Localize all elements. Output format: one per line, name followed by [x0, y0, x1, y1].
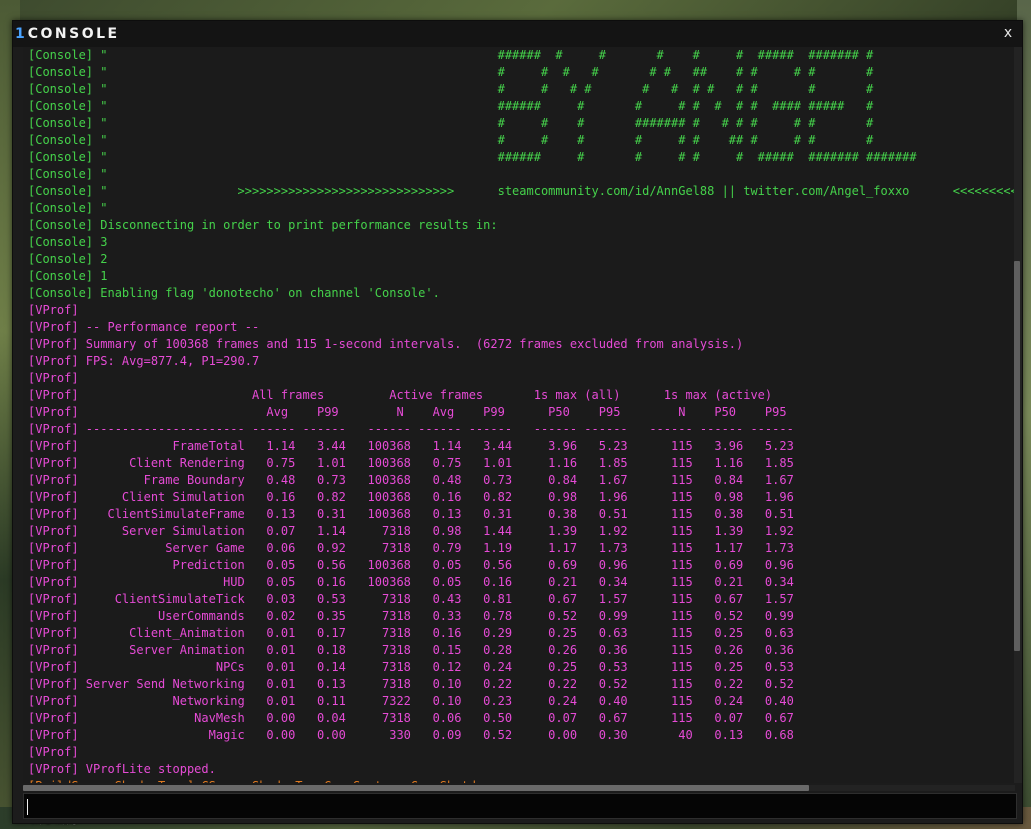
log-line: [BuildSparseShadowTree] CSparseShadowTre… [28, 778, 498, 783]
log-line: [Console] Disconnecting in order to prin… [28, 218, 498, 232]
log-line: [Console] 1 [28, 269, 108, 283]
close-button[interactable]: x [1000, 25, 1016, 41]
horizontal-scrollbar-thumb[interactable] [23, 785, 809, 791]
console-title: 1 CONSOLE [15, 26, 120, 42]
log-line: [VProf] ClientSimulateTick 0.03 0.53 731… [28, 592, 794, 606]
vertical-scrollbar[interactable] [1014, 47, 1022, 783]
log-line: [Console] " >>>>>>>>>>>>>>>>>>>>>>>>>>>>… [28, 184, 1015, 198]
log-line: [VProf] Client Simulation 0.16 0.82 1003… [28, 490, 794, 504]
log-line: [VProf] VProfLite stopped. [28, 762, 216, 776]
log-line: [Console] " # # # # # # ## # # # # # [28, 65, 874, 79]
vertical-scrollbar-thumb[interactable] [1014, 261, 1020, 651]
console-title-text: CONSOLE [27, 26, 120, 42]
log-line: [Console] 2 [28, 252, 108, 266]
log-line: [VProf] [28, 745, 79, 759]
console-title-prefix: 1 [15, 26, 26, 42]
log-line: [VProf] FrameTotal 1.14 3.44 100368 1.14… [28, 439, 794, 453]
console-log[interactable]: [Console] " ###### # # # # # ##### #####… [23, 47, 1015, 783]
console-titlebar[interactable]: 1 CONSOLE x [13, 21, 1022, 47]
log-line: [VProf] Frame Boundary 0.48 0.73 100368 … [28, 473, 794, 487]
log-line: [VProf] Server Game 0.06 0.92 7318 0.79 … [28, 541, 794, 555]
log-line: [Console] " [28, 201, 108, 215]
console-window[interactable]: 1 CONSOLE x [Console] " ###### # # # # # … [12, 20, 1023, 824]
log-line: [VProf] Magic 0.00 0.00 330 0.09 0.52 0.… [28, 728, 794, 742]
log-line: [VProf] ClientSimulateFrame 0.13 0.31 10… [28, 507, 794, 521]
log-line: [Console] " # # # # # # # # # # # # [28, 82, 874, 96]
log-line: [Console] " [28, 167, 108, 181]
log-line: [VProf] UserCommands 0.02 0.35 7318 0.33… [28, 609, 794, 623]
log-line: [VProf] Summary of 100368 frames and 115… [28, 337, 744, 351]
log-line: [Console] " # # # # # # ## # # # # [28, 133, 874, 147]
log-line: [VProf] [28, 303, 79, 317]
log-line: [VProf] Server Send Networking 0.01 0.13… [28, 677, 794, 691]
log-line: [VProf] Client Rendering 0.75 1.01 10036… [28, 456, 794, 470]
log-line: [VProf] FPS: Avg=877.4, P1=290.7 [28, 354, 260, 368]
log-line: [VProf] NavMesh 0.00 0.04 7318 0.06 0.50… [28, 711, 794, 725]
log-line: [VProf] Avg P99 N Avg P99 P50 P95 N P50 … [28, 405, 787, 419]
log-line: [VProf] -- Performance report -- [28, 320, 260, 334]
log-line: [VProf] Client_Animation 0.01 0.17 7318 … [28, 626, 794, 640]
log-line: [VProf] NPCs 0.01 0.14 7318 0.12 0.24 0.… [28, 660, 794, 674]
log-line: [Console] " ###### # # # # # ##### #####… [28, 150, 917, 164]
log-line: [Console] " # # # ####### # # # # # # # [28, 116, 874, 130]
text-caret [27, 799, 28, 815]
log-line: [VProf] [28, 371, 79, 385]
log-line: [VProf] All frames Active frames 1s max … [28, 388, 773, 402]
log-line: [Console] " ###### # # # # # ##### #####… [28, 48, 874, 62]
log-line: [VProf] Server Animation 0.01 0.18 7318 … [28, 643, 794, 657]
log-line: [Console] Enabling flag 'donotecho' on c… [28, 286, 440, 300]
log-line: [Console] " ###### # # # # # # # #### ##… [28, 99, 874, 113]
log-line: [VProf] Server Simulation 0.07 1.14 7318… [28, 524, 794, 538]
horizontal-scrollbar[interactable] [23, 785, 1015, 791]
log-line: [VProf] ---------------------- ------ --… [28, 422, 794, 436]
log-line: [Console] 3 [28, 235, 108, 249]
log-line: [VProf] Prediction 0.05 0.56 100368 0.05… [28, 558, 794, 572]
log-line: [VProf] HUD 0.05 0.16 100368 0.05 0.16 0… [28, 575, 794, 589]
log-line: [VProf] Networking 0.01 0.11 7322 0.10 0… [28, 694, 794, 708]
console-input[interactable] [23, 793, 1017, 819]
